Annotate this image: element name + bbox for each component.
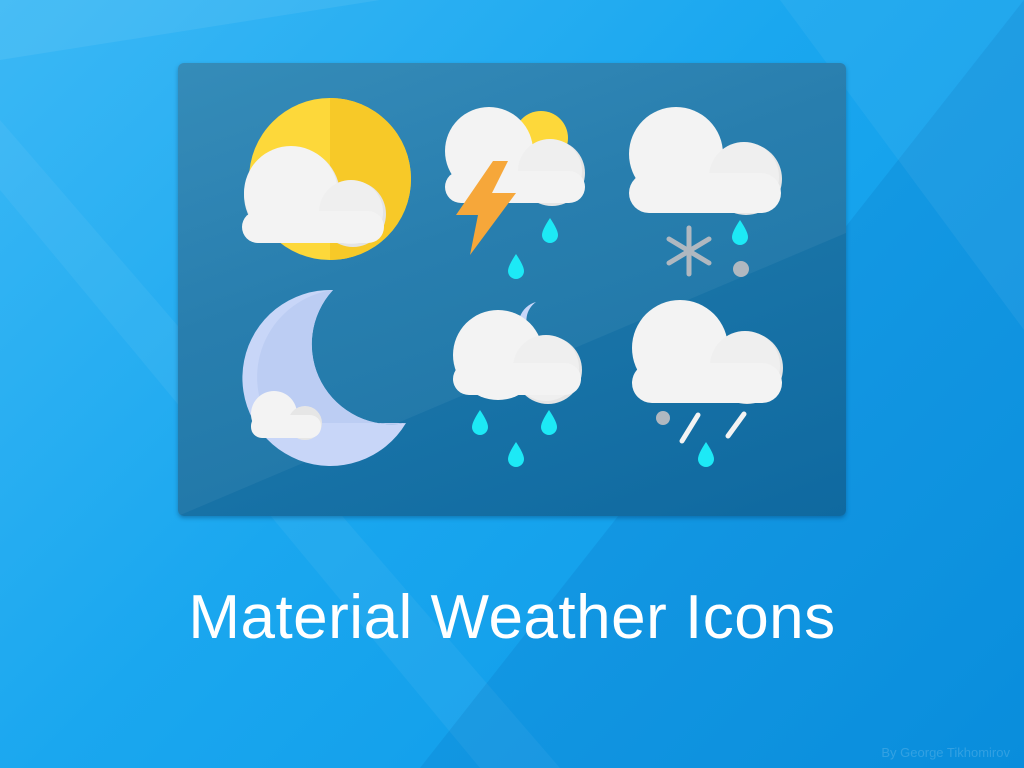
page-title: Material Weather Icons xyxy=(188,583,836,652)
icon-panel xyxy=(178,63,846,516)
author-credit: By George Tikhomirov xyxy=(881,745,1010,760)
sleet-icon xyxy=(632,300,783,467)
